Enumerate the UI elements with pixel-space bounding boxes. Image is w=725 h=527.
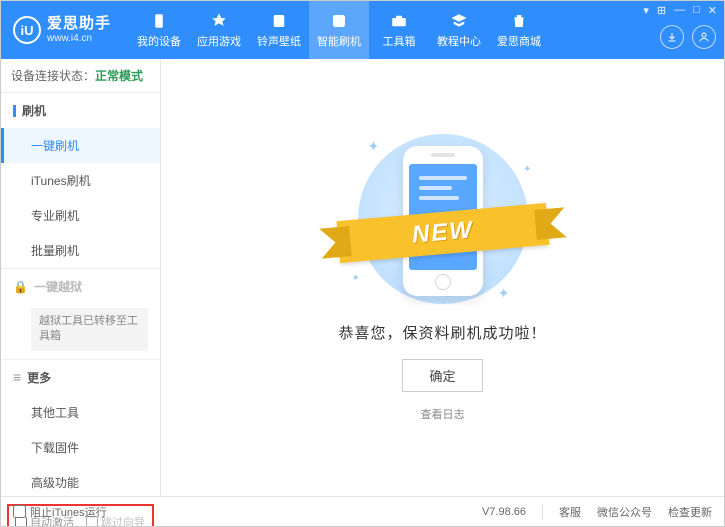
more-icon: ≡ — [13, 370, 21, 384]
user-button[interactable] — [692, 25, 716, 49]
version-label: V7.98.66 — [482, 506, 526, 518]
sidebar-item-itunes[interactable]: iTunes刷机 — [1, 163, 160, 198]
section-title: 更多 — [27, 369, 51, 386]
header: iU 爱思助手 www.i4.cn 我的设备 应用游戏 铃声壁纸 智能刷机 — [1, 1, 724, 59]
section-head-jailbreak: 🔒 一键越狱 — [1, 269, 160, 304]
section-head-flash[interactable]: 刷机 — [1, 93, 160, 128]
toolbox-icon — [390, 12, 408, 30]
menu-button[interactable]: ▾ — [643, 4, 649, 17]
nav-store[interactable]: 爱思商城 — [489, 1, 549, 59]
accent-bar-icon — [13, 105, 16, 117]
nav-flash[interactable]: 智能刷机 — [309, 1, 369, 59]
section-title: 一键越狱 — [34, 278, 82, 295]
nav-label: 我的设备 — [137, 33, 181, 49]
nav-label: 应用游戏 — [197, 33, 241, 49]
jailbreak-note: 越狱工具已转移至工具箱 — [31, 308, 148, 351]
logo: iU 爱思助手 www.i4.cn — [13, 16, 111, 44]
sidebar: 设备连接状态：正常模式 刷机 一键刷机 iTunes刷机 专业刷机 批量刷机 🔒… — [1, 59, 161, 496]
sparkle-icon: ✦ — [368, 138, 380, 155]
section-head-more[interactable]: ≡ 更多 — [1, 360, 160, 395]
skip-guide-checkbox[interactable] — [86, 516, 98, 527]
main-content: ✦ ✦ ✦ ✦ NEW 恭喜您，保资料刷机成功啦！ 确定 查看日志 — [161, 59, 724, 496]
app-title: 爱思助手 — [47, 16, 111, 33]
download-button[interactable] — [660, 25, 684, 49]
connection-status: 设备连接状态：正常模式 — [1, 59, 160, 92]
apps-icon — [210, 12, 228, 30]
nav-my-device[interactable]: 我的设备 — [129, 1, 189, 59]
close-button[interactable]: ✕ — [708, 4, 717, 17]
sidebar-item-advanced[interactable]: 高级功能 — [1, 465, 160, 500]
tutorial-icon — [450, 12, 468, 30]
sparkle-icon: ✦ — [523, 164, 531, 175]
section-more: ≡ 更多 其他工具 下载固件 高级功能 — [1, 359, 160, 500]
store-icon — [510, 12, 528, 30]
logo-icon: iU — [13, 16, 41, 44]
section-jailbreak: 🔒 一键越狱 越狱工具已转移至工具箱 — [1, 268, 160, 359]
app-url: www.i4.cn — [47, 33, 111, 44]
minimize-button[interactable]: — — [674, 4, 685, 17]
top-nav: 我的设备 应用游戏 铃声壁纸 智能刷机 工具箱 教程中心 — [129, 1, 549, 59]
maximize-button[interactable]: □ — [693, 4, 700, 17]
wechat-link[interactable]: 微信公众号 — [597, 504, 652, 520]
sparkle-icon: ✦ — [352, 273, 360, 284]
sidebar-item-pro[interactable]: 专业刷机 — [1, 198, 160, 233]
nav-tutorials[interactable]: 教程中心 — [429, 1, 489, 59]
nav-label: 智能刷机 — [317, 33, 361, 49]
nav-label: 教程中心 — [437, 33, 481, 49]
skip-guide-check[interactable]: 跳过向导 — [86, 514, 145, 527]
window-controls: ▾ ⊞ — □ ✕ — [643, 4, 717, 17]
flash-icon — [330, 12, 348, 30]
lock-icon: 🔒 — [13, 280, 28, 294]
success-message: 恭喜您，保资料刷机成功啦！ — [338, 322, 546, 343]
ribbon-text: NEW — [410, 216, 474, 249]
body: 设备连接状态：正常模式 刷机 一键刷机 iTunes刷机 专业刷机 批量刷机 🔒… — [1, 59, 724, 496]
app-window: iU 爱思助手 www.i4.cn 我的设备 应用游戏 铃声壁纸 智能刷机 — [0, 0, 725, 527]
nav-apps-games[interactable]: 应用游戏 — [189, 1, 249, 59]
nav-label: 铃声壁纸 — [257, 33, 301, 49]
ok-button[interactable]: 确定 — [402, 359, 482, 392]
nav-label: 爱思商城 — [497, 33, 541, 49]
nav-toolbox[interactable]: 工具箱 — [369, 1, 429, 59]
device-icon — [150, 12, 168, 30]
support-link[interactable]: 客服 — [559, 504, 581, 520]
ringtone-icon — [270, 12, 288, 30]
sidebar-item-download[interactable]: 下载固件 — [1, 430, 160, 465]
header-right: ▾ ⊞ — □ ✕ — [660, 11, 716, 49]
section-flash: 刷机 一键刷机 iTunes刷机 专业刷机 批量刷机 — [1, 92, 160, 268]
update-link[interactable]: 检查更新 — [668, 504, 712, 520]
sidebar-item-batch[interactable]: 批量刷机 — [1, 233, 160, 268]
nav-ringtones[interactable]: 铃声壁纸 — [249, 1, 309, 59]
sparkle-icon: ✦ — [498, 285, 510, 302]
nav-label: 工具箱 — [383, 33, 416, 49]
sidebar-item-onekey[interactable]: 一键刷机 — [1, 128, 160, 163]
success-illustration: ✦ ✦ ✦ ✦ NEW — [358, 134, 528, 304]
block-itunes-checkbox[interactable] — [13, 505, 26, 518]
section-title: 刷机 — [22, 102, 46, 119]
sidebar-item-other[interactable]: 其他工具 — [1, 395, 160, 430]
view-log-link[interactable]: 查看日志 — [421, 406, 465, 422]
grid-button[interactable]: ⊞ — [657, 4, 666, 17]
